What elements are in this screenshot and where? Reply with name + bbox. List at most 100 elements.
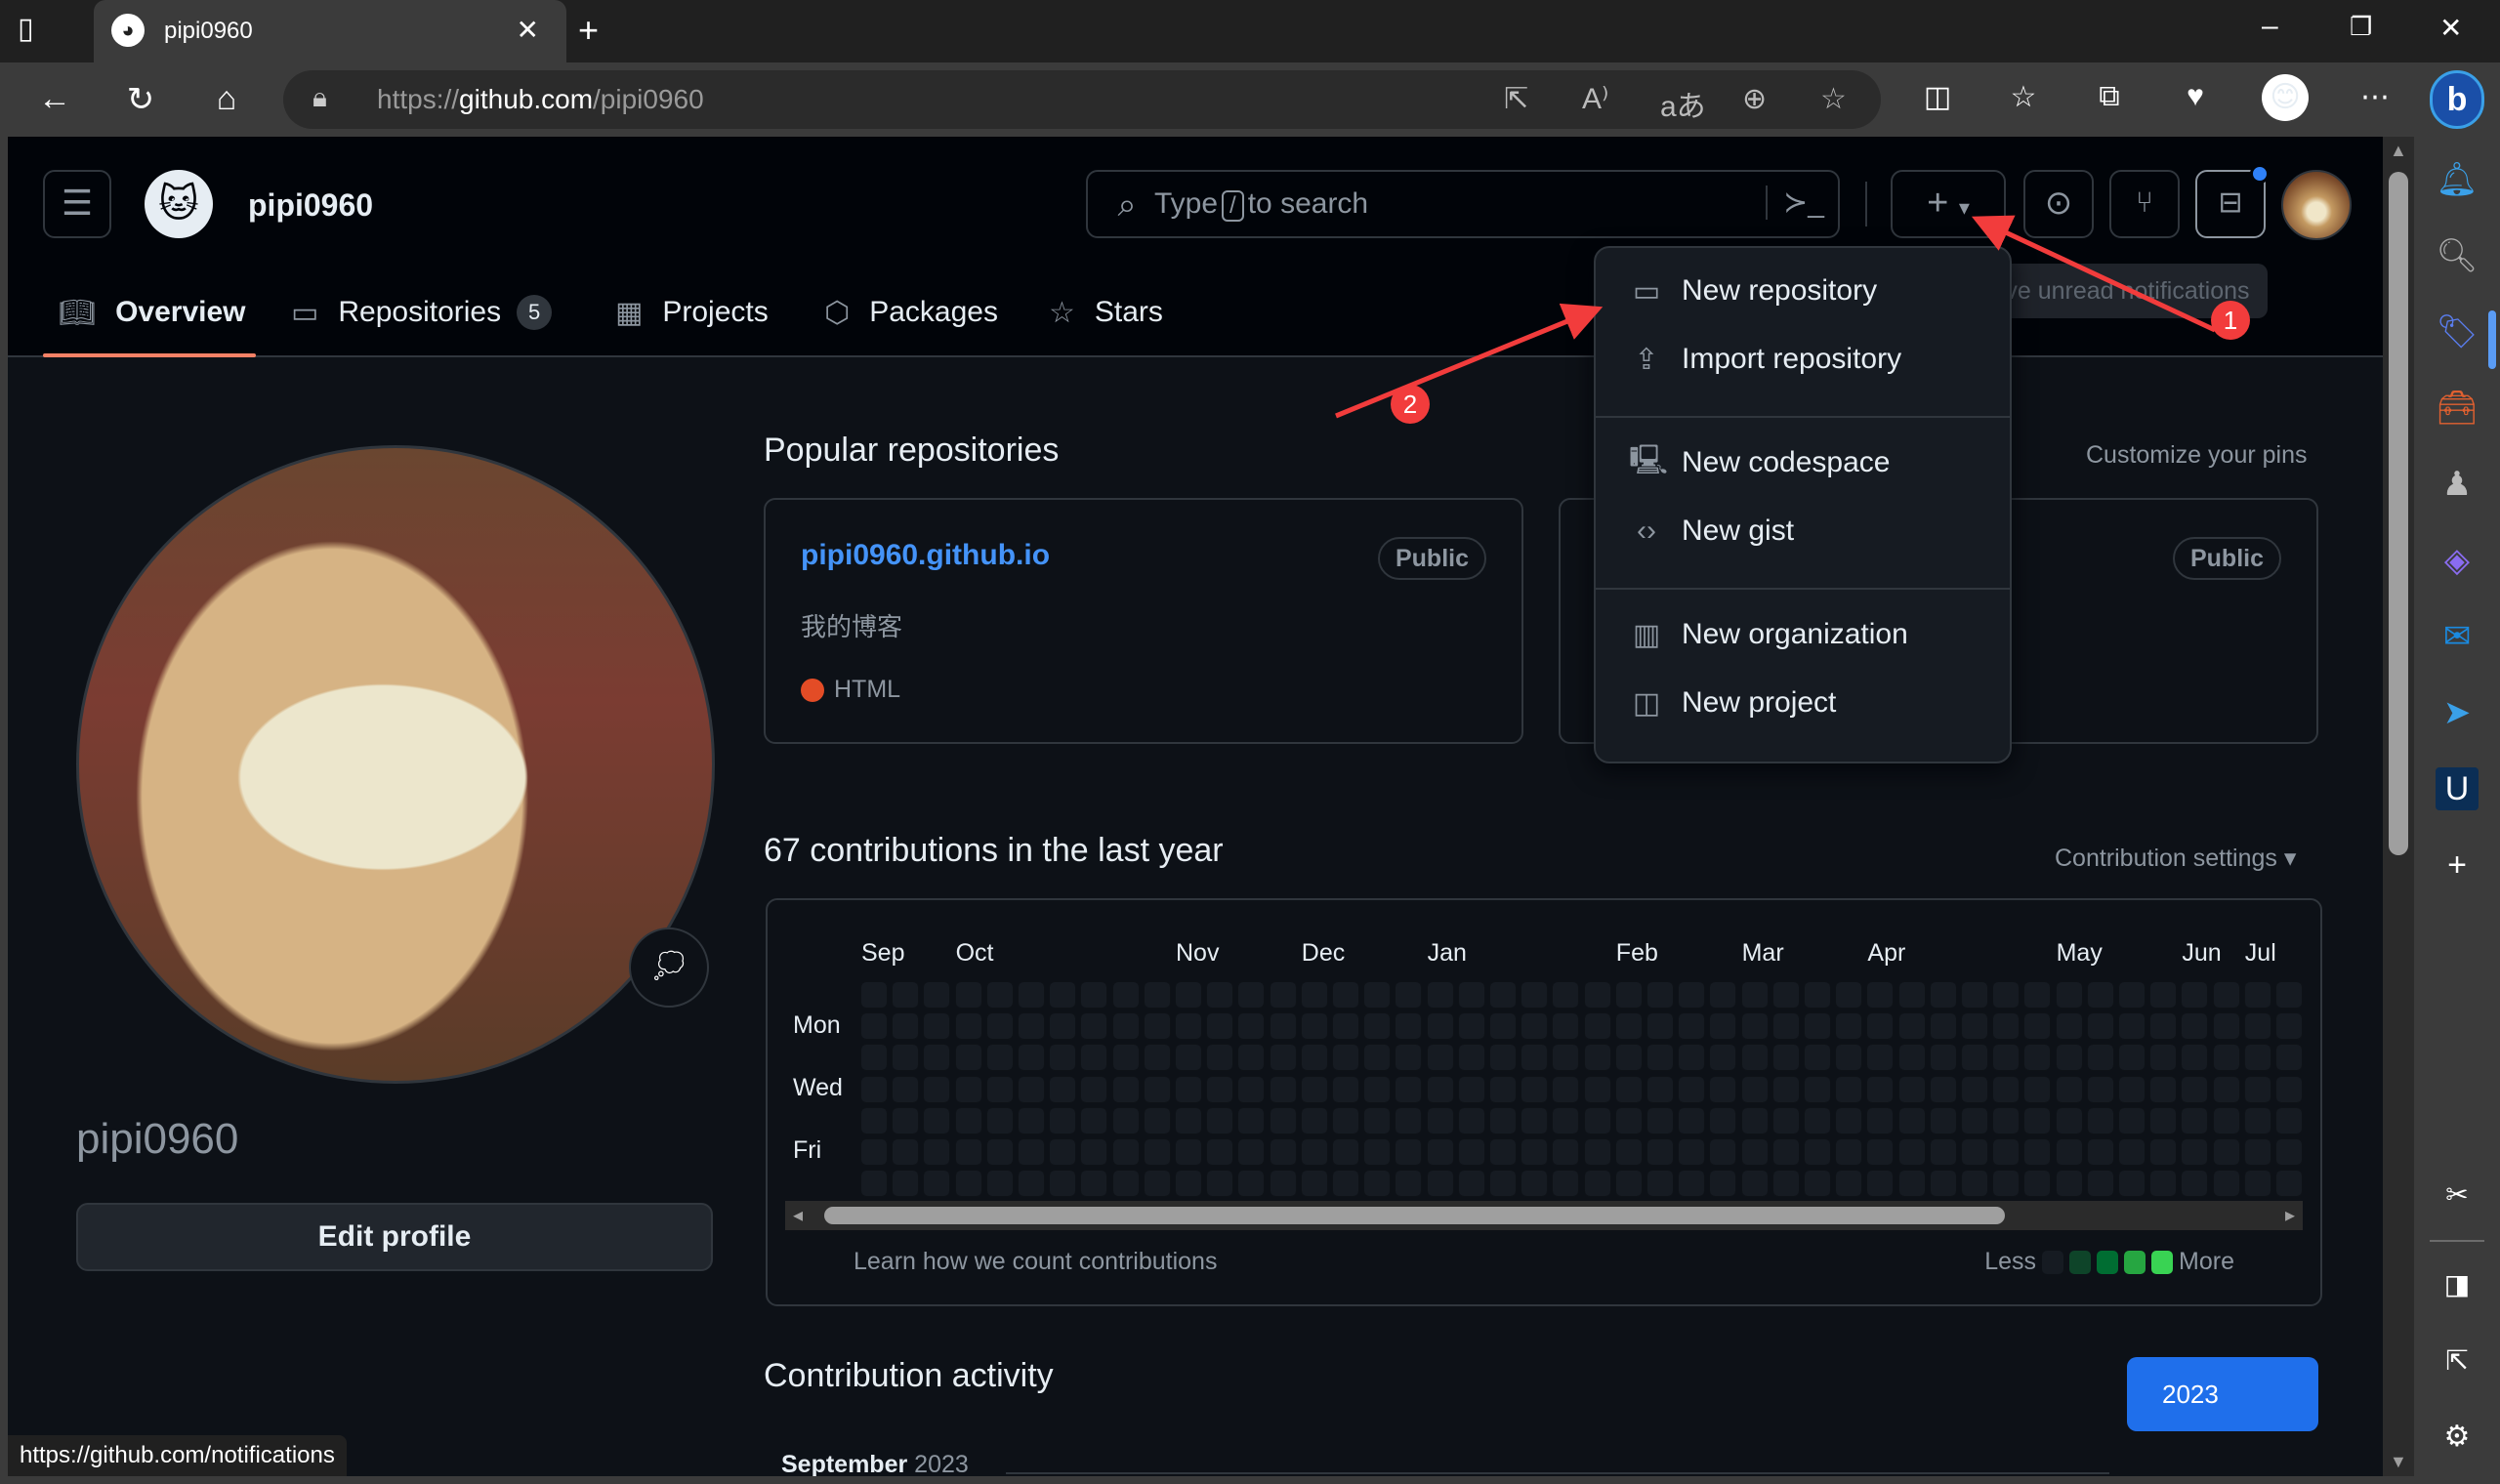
contribution-cell[interactable] bbox=[1332, 1138, 1359, 1166]
contribution-cell[interactable] bbox=[2149, 1075, 2178, 1103]
menu-item-new-codespace[interactable]: 🖳︎ New codespace bbox=[1596, 432, 2010, 494]
url-text[interactable]: https://github.com/pipi0960 bbox=[377, 84, 704, 115]
minimize-button[interactable]: – bbox=[2262, 10, 2278, 43]
contribution-cell[interactable] bbox=[1143, 1106, 1171, 1134]
contribution-cell[interactable] bbox=[1835, 1044, 1863, 1072]
contribution-cell[interactable] bbox=[1771, 1075, 1800, 1103]
contribution-cell[interactable] bbox=[860, 1012, 888, 1041]
contribution-cell[interactable] bbox=[1897, 1044, 1926, 1072]
extension-u-icon[interactable]: U bbox=[2436, 767, 2479, 810]
contribution-cell[interactable] bbox=[1206, 1106, 1234, 1134]
contribution-cell[interactable] bbox=[1300, 981, 1328, 1009]
contribution-cell[interactable] bbox=[1897, 1138, 1926, 1166]
screenshot-icon[interactable]: ✂ bbox=[2436, 1174, 2479, 1216]
contribution-cell[interactable] bbox=[1237, 1075, 1266, 1103]
contribution-cell[interactable] bbox=[2181, 1106, 2209, 1134]
contribution-cell[interactable] bbox=[1961, 981, 1988, 1009]
contribution-cell[interactable] bbox=[1175, 1044, 1202, 1072]
home-icon[interactable]: ⌂ bbox=[207, 80, 246, 118]
contribution-cell[interactable] bbox=[1583, 1170, 1611, 1198]
contribution-cell[interactable] bbox=[2275, 1012, 2303, 1041]
repo-name-link[interactable]: pipi0960.github.io bbox=[801, 539, 1050, 572]
browser-tab[interactable]: ◕ pipi0960 ✕ bbox=[94, 0, 566, 62]
contribution-cell[interactable] bbox=[1175, 1075, 1202, 1103]
contribution-cell[interactable] bbox=[1143, 1138, 1171, 1166]
contribution-cell[interactable] bbox=[2149, 981, 2178, 1009]
contribution-cell[interactable] bbox=[1961, 1075, 1988, 1103]
contribution-cell[interactable] bbox=[1835, 1075, 1863, 1103]
contribution-cell[interactable] bbox=[1740, 1044, 1769, 1072]
contribution-cell[interactable] bbox=[1269, 1106, 1297, 1134]
contribution-cell[interactable] bbox=[1866, 1075, 1895, 1103]
contribution-cell[interactable] bbox=[1614, 1106, 1643, 1134]
contribution-cell[interactable] bbox=[1678, 1044, 1706, 1072]
contribution-cell[interactable] bbox=[1363, 1106, 1392, 1134]
contribution-cell[interactable] bbox=[1614, 1075, 1643, 1103]
split-screen-icon[interactable]: ◫ bbox=[1918, 80, 1957, 114]
contribution-cell[interactable] bbox=[1552, 1044, 1580, 1072]
contribution-cell[interactable] bbox=[2118, 1044, 2146, 1072]
contribution-cell[interactable] bbox=[1080, 1138, 1108, 1166]
contribution-cell[interactable] bbox=[985, 1138, 1014, 1166]
contribution-cell[interactable] bbox=[1111, 1012, 1140, 1041]
search-icon[interactable]: 🔍︎ bbox=[2436, 234, 2479, 277]
contribution-cell[interactable] bbox=[1961, 1170, 1988, 1198]
contribution-cell[interactable] bbox=[1583, 1012, 1611, 1041]
contribution-cell[interactable] bbox=[1018, 1106, 1045, 1134]
contribution-cell[interactable] bbox=[1080, 1012, 1108, 1041]
contribution-cell[interactable] bbox=[1552, 1012, 1580, 1041]
contribution-cell[interactable] bbox=[2023, 1106, 2052, 1134]
contribution-cell[interactable] bbox=[2149, 1138, 2178, 1166]
contribution-cell[interactable] bbox=[2023, 1170, 2052, 1198]
contribution-cell[interactable] bbox=[1521, 1170, 1549, 1198]
contribution-cell[interactable] bbox=[1111, 981, 1140, 1009]
contribution-cell[interactable] bbox=[1771, 1170, 1800, 1198]
contribution-cell[interactable] bbox=[1740, 1106, 1769, 1134]
contribution-cell[interactable] bbox=[1111, 1170, 1140, 1198]
contribution-cell[interactable] bbox=[2212, 1170, 2240, 1198]
contribution-cell[interactable] bbox=[2181, 981, 2209, 1009]
new-tab-button[interactable]: + bbox=[578, 10, 599, 51]
contribution-cell[interactable] bbox=[2212, 1106, 2240, 1134]
contribution-cell[interactable] bbox=[1929, 1044, 1957, 1072]
contribution-cell[interactable] bbox=[923, 1075, 951, 1103]
collections-icon[interactable]: ⧉ bbox=[2090, 80, 2129, 113]
tools-icon[interactable]: 🧰︎ bbox=[2436, 387, 2479, 430]
open-external-icon[interactable]: ⇱ bbox=[2436, 1340, 2479, 1382]
contribution-cell[interactable] bbox=[1489, 1170, 1517, 1198]
contribution-cell[interactable] bbox=[1363, 1138, 1392, 1166]
contribution-cell[interactable] bbox=[1111, 1044, 1140, 1072]
contribution-cell[interactable] bbox=[1237, 1106, 1266, 1134]
contribution-cell[interactable] bbox=[1395, 1106, 1423, 1134]
create-new-button[interactable]: + ▾ bbox=[1891, 170, 2006, 238]
contribution-cell[interactable] bbox=[1678, 1012, 1706, 1041]
scroll-up-icon[interactable]: ▲ bbox=[2390, 141, 2407, 161]
contribution-cell[interactable] bbox=[2212, 1044, 2240, 1072]
contribution-cell[interactable] bbox=[860, 981, 888, 1009]
sidebar-scrollbar[interactable] bbox=[2488, 310, 2496, 369]
contribution-cell[interactable] bbox=[1175, 1012, 1202, 1041]
contribution-cell[interactable] bbox=[1018, 1075, 1045, 1103]
contribution-cell[interactable] bbox=[1740, 1012, 1769, 1041]
contribution-cell[interactable] bbox=[2086, 981, 2114, 1009]
contribution-cell[interactable] bbox=[1992, 1106, 2021, 1134]
favorite-icon[interactable]: ☆ bbox=[1820, 82, 1847, 116]
contribution-cell[interactable] bbox=[1489, 1075, 1517, 1103]
contribution-cell[interactable] bbox=[1552, 981, 1580, 1009]
contribution-cell[interactable] bbox=[2055, 1075, 2083, 1103]
contribution-cell[interactable] bbox=[1804, 1012, 1831, 1041]
contribution-cell[interactable] bbox=[2212, 1138, 2240, 1166]
contribution-cell[interactable] bbox=[1992, 981, 2021, 1009]
contribution-cell[interactable] bbox=[2275, 1075, 2303, 1103]
refresh-icon[interactable]: ↻ bbox=[121, 80, 160, 119]
contribution-cell[interactable] bbox=[954, 1012, 982, 1041]
scroll-right-icon[interactable]: ▸ bbox=[2285, 1203, 2295, 1227]
tab-projects[interactable]: ▦ Projects bbox=[615, 283, 769, 342]
contribution-cell[interactable] bbox=[1521, 981, 1549, 1009]
contribution-cell[interactable] bbox=[1269, 1170, 1297, 1198]
contribution-cell[interactable] bbox=[923, 1138, 951, 1166]
contribution-cell[interactable] bbox=[1143, 1012, 1171, 1041]
contribution-cell[interactable] bbox=[2181, 1044, 2209, 1072]
contribution-cell[interactable] bbox=[1269, 1138, 1297, 1166]
contribution-cell[interactable] bbox=[1018, 981, 1045, 1009]
